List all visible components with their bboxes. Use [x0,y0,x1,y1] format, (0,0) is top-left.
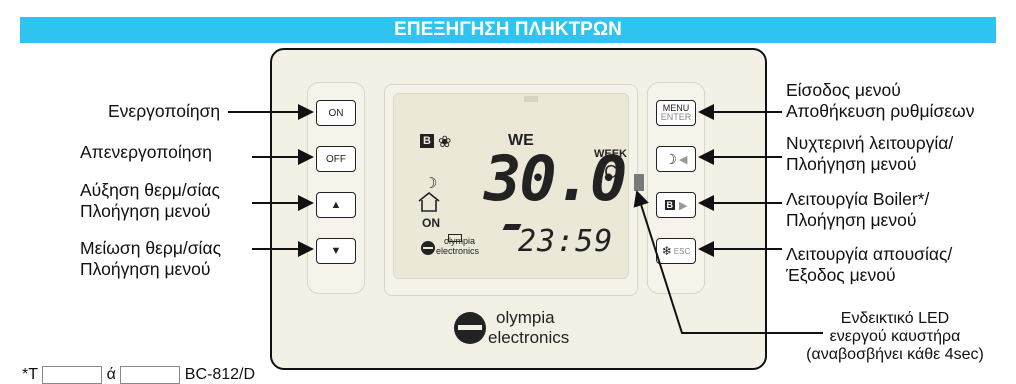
arrow-led [633,190,823,334]
callout-arrows [228,104,823,334]
